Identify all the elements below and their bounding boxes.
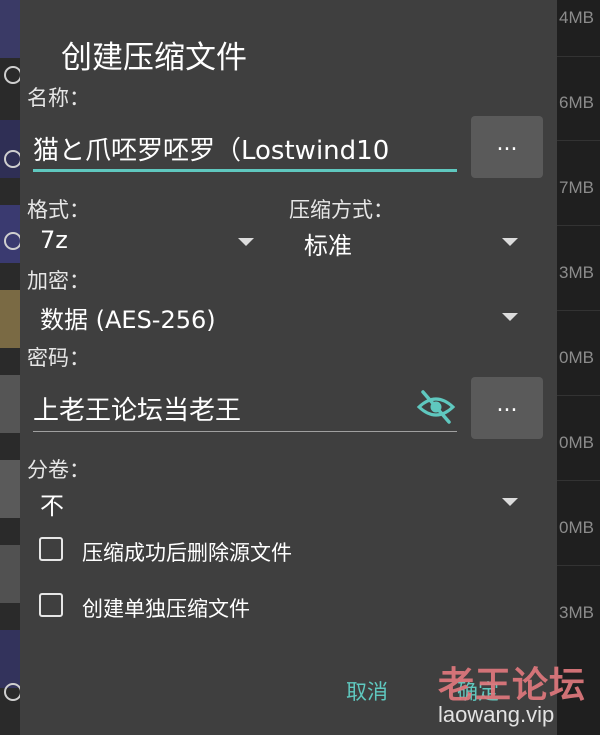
password-input[interactable]: 上老王论坛当老王	[33, 390, 403, 427]
file-thumbnail	[0, 0, 22, 58]
watermark-url: laowang.vip	[438, 702, 555, 727]
format-label: 格式：	[27, 198, 90, 222]
background-file-list	[0, 0, 22, 735]
file-size: 3MB	[559, 603, 594, 622]
compression-method-label: 压缩方式：	[289, 198, 394, 222]
dialog-title: 创建压缩文件	[61, 40, 247, 76]
cancel-button[interactable]: 取消	[346, 676, 388, 706]
file-size: 0MB	[559, 348, 594, 367]
format-dropdown[interactable]: 7z	[32, 222, 258, 262]
file-thumbnail	[0, 290, 22, 348]
toggle-visibility-icon[interactable]	[416, 389, 456, 425]
create-archive-dialog: 创建压缩文件 名称： 猫と爪呸罗呸罗（Lostwind10 ... 格式： 压缩…	[20, 0, 557, 735]
password-label: 密码：	[27, 346, 90, 370]
row-divider	[554, 310, 600, 311]
row-divider	[554, 225, 600, 226]
watermark-brand: 老王论坛	[438, 665, 587, 706]
row-divider	[554, 56, 600, 57]
row-divider	[554, 140, 600, 141]
separate-archive-checkbox[interactable]	[39, 593, 63, 617]
name-label: 名称：	[27, 86, 90, 110]
file-thumbnail	[0, 375, 22, 433]
dropdown-arrow-icon	[502, 498, 518, 506]
file-size: 0MB	[559, 518, 594, 537]
file-size: 7MB	[559, 178, 594, 197]
password-input-underline	[33, 431, 457, 432]
row-divider	[554, 480, 600, 481]
file-size: 4MB	[559, 8, 594, 27]
split-volume-value: 不	[40, 492, 64, 520]
encryption-value: 数据 (AES-256)	[40, 306, 216, 334]
separate-archive-label: 创建单独压缩文件	[82, 597, 250, 621]
dropdown-arrow-icon	[502, 313, 518, 321]
archive-name-input[interactable]: 猫と爪呸罗呸罗（Lostwind10	[33, 130, 459, 167]
file-thumbnail	[0, 545, 22, 603]
browse-name-button[interactable]: ...	[471, 116, 543, 178]
file-size: 3MB	[559, 263, 594, 282]
dropdown-arrow-icon	[238, 238, 254, 246]
file-size: 0MB	[559, 433, 594, 452]
row-divider	[554, 565, 600, 566]
dropdown-arrow-icon	[502, 238, 518, 246]
encryption-dropdown[interactable]: 数据 (AES-256)	[32, 298, 526, 338]
password-options-button[interactable]: ...	[471, 377, 543, 439]
split-volume-label: 分卷：	[27, 458, 90, 482]
file-thumbnail	[0, 630, 22, 688]
method-value: 标准	[304, 232, 352, 260]
file-thumbnail	[0, 460, 22, 518]
name-input-underline	[33, 169, 457, 172]
file-thumbnail	[0, 120, 22, 178]
row-divider	[554, 395, 600, 396]
encryption-label: 加密：	[27, 269, 90, 293]
split-volume-dropdown[interactable]: 不	[32, 482, 526, 522]
delete-source-checkbox[interactable]	[39, 537, 63, 561]
delete-source-label: 压缩成功后删除源文件	[82, 541, 292, 565]
format-value: 7z	[40, 226, 68, 254]
compression-method-dropdown[interactable]: 标准	[296, 222, 526, 262]
file-size: 6MB	[559, 93, 594, 112]
